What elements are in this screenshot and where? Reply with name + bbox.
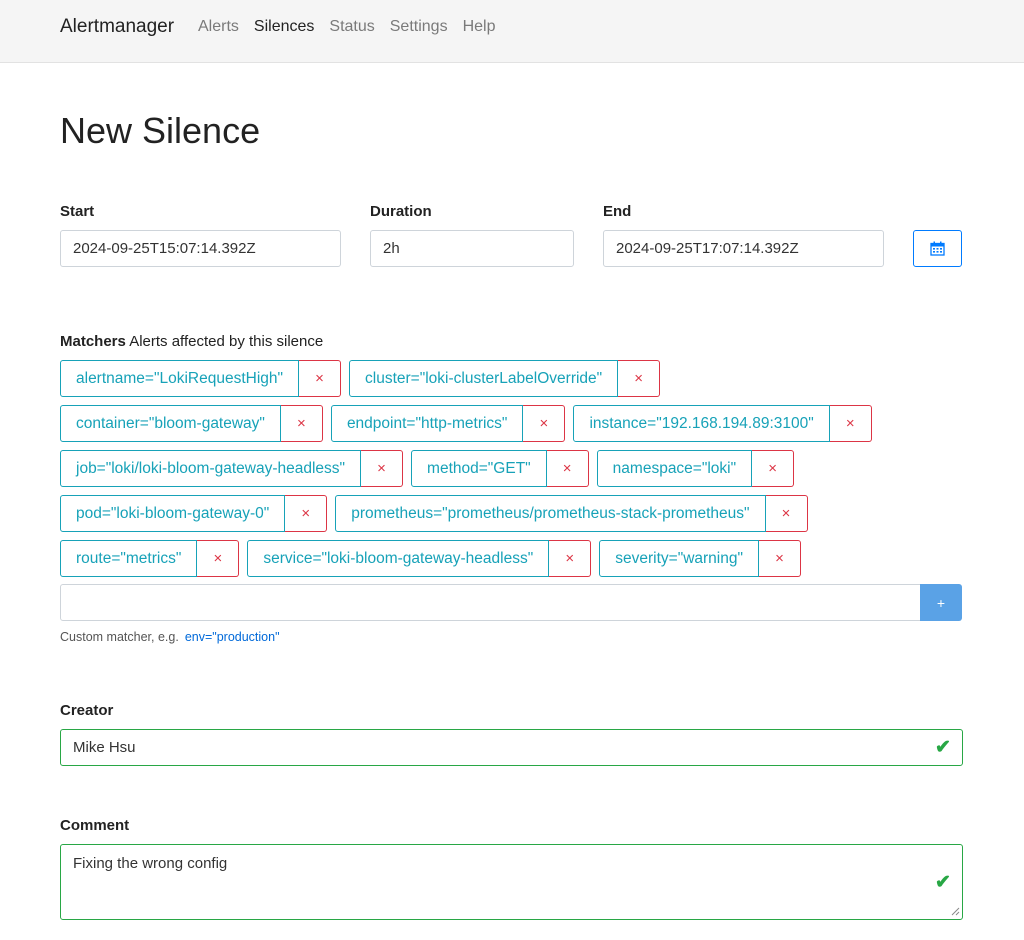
remove-matcher-button[interactable]: × — [299, 360, 342, 397]
nav-status[interactable]: Status — [329, 18, 374, 36]
matcher-row: route="metrics" × service="loki-bloom-gate… — [60, 540, 970, 577]
remove-matcher-button[interactable]: × — [546, 450, 589, 487]
matcher-chip: prometheus="prometheus/prometheus-stack-… — [335, 495, 808, 532]
matcher-label[interactable]: route="metrics" — [60, 540, 198, 577]
nav-silences[interactable]: Silences — [254, 18, 314, 36]
remove-matcher-button[interactable]: × — [758, 540, 801, 577]
matcher-label[interactable]: job="loki/loki-bloom-gateway-headless" — [60, 450, 362, 487]
matcher-row: alertname="LokiRequestHigh" × cluster="lok… — [60, 360, 970, 397]
custom-matcher-hint: Custom matcher, e.g. env="production" — [60, 630, 280, 644]
start-input[interactable] — [60, 230, 341, 267]
navbar: Alertmanager Alerts Silences Status Sett… — [0, 0, 1024, 63]
calendar-button[interactable] — [913, 230, 962, 267]
nav-help[interactable]: Help — [463, 18, 496, 36]
matcher-label[interactable]: alertname="LokiRequestHigh" — [60, 360, 300, 397]
matcher-chip: pod="loki-bloom-gateway-0" × — [60, 495, 328, 532]
comment-valid-check-icon: ✔ — [935, 872, 951, 893]
hint-text: Custom matcher, e.g. — [60, 630, 179, 644]
matcher-label[interactable]: cluster="loki-clusterLabelOverride" — [349, 360, 619, 397]
remove-matcher-button[interactable]: × — [361, 450, 404, 487]
calendar-icon — [930, 241, 945, 256]
matcher-label[interactable]: severity="warning" — [599, 540, 759, 577]
brand-link[interactable]: Alertmanager — [60, 16, 174, 38]
remove-matcher-button[interactable]: × — [197, 540, 240, 577]
custom-matcher-input[interactable] — [60, 584, 921, 621]
nav-alerts[interactable]: Alerts — [198, 18, 239, 36]
remove-matcher-button[interactable]: × — [285, 495, 328, 532]
end-label: End — [603, 203, 632, 220]
matcher-chip: method="GET" × — [411, 450, 589, 487]
start-label: Start — [60, 203, 95, 220]
creator-label: Creator — [60, 702, 114, 719]
matchers-label: Matchers — [60, 333, 126, 350]
comment-textarea[interactable]: Fixing the wrong config — [60, 844, 963, 920]
matcher-label[interactable]: service="loki-bloom-gateway-headless" — [247, 540, 550, 577]
remove-matcher-button[interactable]: × — [549, 540, 592, 577]
hint-example-link[interactable]: env="production" — [185, 630, 280, 644]
matcher-chip: cluster="loki-clusterLabelOverride" × — [349, 360, 661, 397]
matcher-label[interactable]: pod="loki-bloom-gateway-0" — [60, 495, 286, 532]
matcher-chip: endpoint="http-metrics" × — [330, 405, 566, 442]
matchers-subheading: Alerts affected by this silence — [129, 333, 324, 350]
remove-matcher-button[interactable]: × — [618, 360, 661, 397]
resize-handle-icon[interactable] — [950, 906, 960, 916]
matcher-chip: service="loki-bloom-gateway-headless" × — [247, 540, 592, 577]
nav-settings[interactable]: Settings — [390, 18, 448, 36]
matcher-label[interactable]: container="bloom-gateway" — [60, 405, 281, 442]
matcher-row: job="loki/loki-bloom-gateway-headless" × m… — [60, 450, 970, 487]
remove-matcher-button[interactable]: × — [523, 405, 566, 442]
add-matcher-button[interactable]: + — [920, 584, 962, 621]
creator-valid-check-icon: ✔ — [935, 737, 951, 758]
nav-links: Alerts Silences Status Settings Help — [198, 18, 495, 36]
matcher-chip: container="bloom-gateway" × — [60, 405, 323, 442]
matcher-label[interactable]: instance="192.168.194.89:3100" — [573, 405, 830, 442]
comment-label: Comment — [60, 817, 130, 834]
matcher-chip: severity="warning" × — [599, 540, 801, 577]
remove-matcher-button[interactable]: × — [829, 405, 872, 442]
matcher-chip: instance="192.168.194.89:3100" × — [573, 405, 872, 442]
matcher-label[interactable]: namespace="loki" — [596, 450, 753, 487]
matcher-chip: route="metrics" × — [60, 540, 240, 577]
remove-matcher-button[interactable]: × — [752, 450, 795, 487]
remove-matcher-button[interactable]: × — [280, 405, 323, 442]
matcher-label[interactable]: prometheus="prometheus/prometheus-stack-… — [335, 495, 766, 532]
matchers-heading: Matchers Alerts affected by this silence — [60, 333, 323, 350]
duration-label: Duration — [370, 203, 432, 220]
matcher-chip: job="loki/loki-bloom-gateway-headless" × — [60, 450, 404, 487]
matcher-chip: namespace="loki" × — [596, 450, 795, 487]
matcher-list: alertname="LokiRequestHigh" × cluster="lok… — [60, 360, 970, 585]
matcher-label[interactable]: method="GET" — [411, 450, 547, 487]
matcher-row: container="bloom-gateway" × endpoint="http… — [60, 405, 970, 442]
duration-input[interactable] — [370, 230, 574, 267]
remove-matcher-button[interactable]: × — [765, 495, 808, 532]
page-title: New Silence — [60, 110, 261, 151]
matcher-chip: alertname="LokiRequestHigh" × — [60, 360, 342, 397]
matcher-label[interactable]: endpoint="http-metrics" — [330, 405, 524, 442]
end-input[interactable] — [603, 230, 884, 267]
matcher-row: pod="loki-bloom-gateway-0" × prometheus="p… — [60, 495, 970, 532]
creator-input[interactable] — [60, 729, 963, 766]
